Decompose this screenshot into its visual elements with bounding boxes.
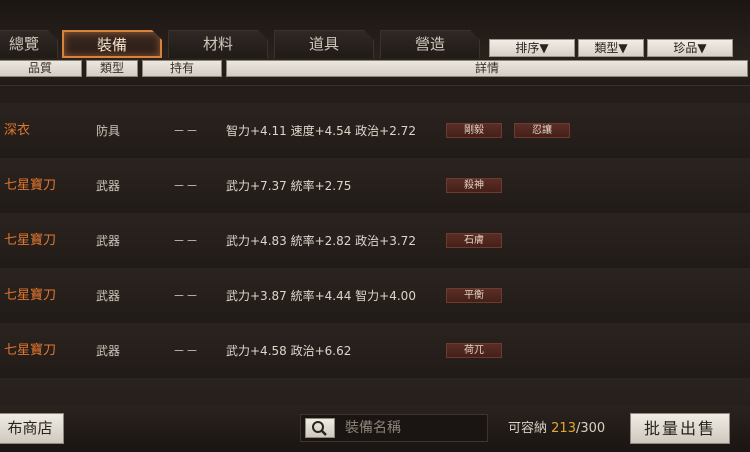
- item-stats: 武力+4.58 政治+6.62: [226, 344, 352, 358]
- column-header-type[interactable]: 類型: [86, 60, 138, 77]
- table-row[interactable]: 七星寶刀 武器 －－ 武力+7.37 統率+2.75 殺神: [0, 158, 750, 214]
- item-type: 武器: [96, 289, 121, 303]
- tab-construction[interactable]: 營造: [380, 30, 480, 58]
- item-type: 武器: [96, 179, 121, 193]
- item-name: 深衣: [4, 123, 31, 138]
- table-row[interactable]: 深衣 防具 －－ 智力+4.11 速度+4.54 政治+2.72 剛毅 忍讓: [0, 103, 750, 159]
- equipment-list[interactable]: 深衣 防具 －－ 智力+4.11 速度+4.54 政治+2.72 剛毅 忍讓 七…: [0, 78, 750, 406]
- column-header-details: 詳情: [226, 60, 748, 77]
- table-row[interactable]: 七星寶刀 武器 －－ 武力+3.87 統率+4.44 智力+4.00 平衡: [0, 268, 750, 324]
- capacity-max: /300: [575, 421, 606, 436]
- item-holder: －－: [173, 289, 200, 303]
- item-type: 武器: [96, 234, 121, 248]
- rarity-filter-dropdown[interactable]: 珍品▼: [647, 39, 733, 57]
- trait-tag[interactable]: 荷兀: [446, 343, 502, 358]
- sort-dropdown[interactable]: 排序▼: [489, 39, 575, 57]
- search-icon[interactable]: [305, 418, 335, 438]
- partial-table-row[interactable]: [0, 378, 750, 406]
- tab-equipment[interactable]: 裝備: [62, 30, 162, 58]
- item-holder: －－: [173, 179, 200, 193]
- item-name: 七星寶刀: [4, 343, 57, 358]
- item-name: 七星寶刀: [4, 233, 57, 248]
- item-holder: －－: [173, 124, 200, 138]
- capacity-label: 可容納: [508, 421, 548, 436]
- item-stats: 智力+4.11 速度+4.54 政治+2.72: [226, 124, 416, 138]
- item-holder: －－: [173, 234, 200, 248]
- trait-tag[interactable]: 殺神: [446, 178, 502, 193]
- search-input[interactable]: 裝備名稱: [345, 415, 401, 441]
- column-header-held[interactable]: 持有: [142, 60, 222, 77]
- column-header-quality[interactable]: 品質: [0, 60, 82, 77]
- item-stats: 武力+4.83 統率+2.82 政治+3.72: [226, 234, 416, 248]
- trait-tag[interactable]: 平衡: [446, 288, 502, 303]
- bulk-sell-button[interactable]: 批量出售: [630, 413, 730, 444]
- tab-materials[interactable]: 材料: [168, 30, 268, 58]
- capacity-current: 213: [551, 421, 576, 436]
- search-box[interactable]: 裝備名稱: [300, 414, 488, 442]
- tab-overview[interactable]: 總覽: [0, 30, 58, 58]
- item-holder: －－: [173, 344, 200, 358]
- item-name: 七星寶刀: [4, 288, 57, 303]
- trait-tag[interactable]: 石膚: [446, 233, 502, 248]
- tab-items[interactable]: 道具: [274, 30, 374, 58]
- trait-tag[interactable]: 剛毅: [446, 123, 502, 138]
- cloth-shop-button[interactable]: 布商店: [0, 413, 64, 444]
- partial-table-row[interactable]: [0, 78, 750, 86]
- trait-tag[interactable]: 忍讓: [514, 123, 570, 138]
- item-stats: 武力+3.87 統率+4.44 智力+4.00: [226, 289, 416, 303]
- table-row[interactable]: 七星寶刀 武器 －－ 武力+4.58 政治+6.62 荷兀: [0, 323, 750, 379]
- capacity-indicator: 可容納 213/300: [508, 414, 605, 444]
- table-row[interactable]: 七星寶刀 武器 －－ 武力+4.83 統率+2.82 政治+3.72 石膚: [0, 213, 750, 269]
- item-stats: 武力+7.37 統率+2.75: [226, 179, 352, 193]
- item-type: 防具: [96, 124, 121, 138]
- item-type: 武器: [96, 344, 121, 358]
- type-filter-dropdown[interactable]: 類型▼: [578, 39, 644, 57]
- item-name: 七星寶刀: [4, 178, 57, 193]
